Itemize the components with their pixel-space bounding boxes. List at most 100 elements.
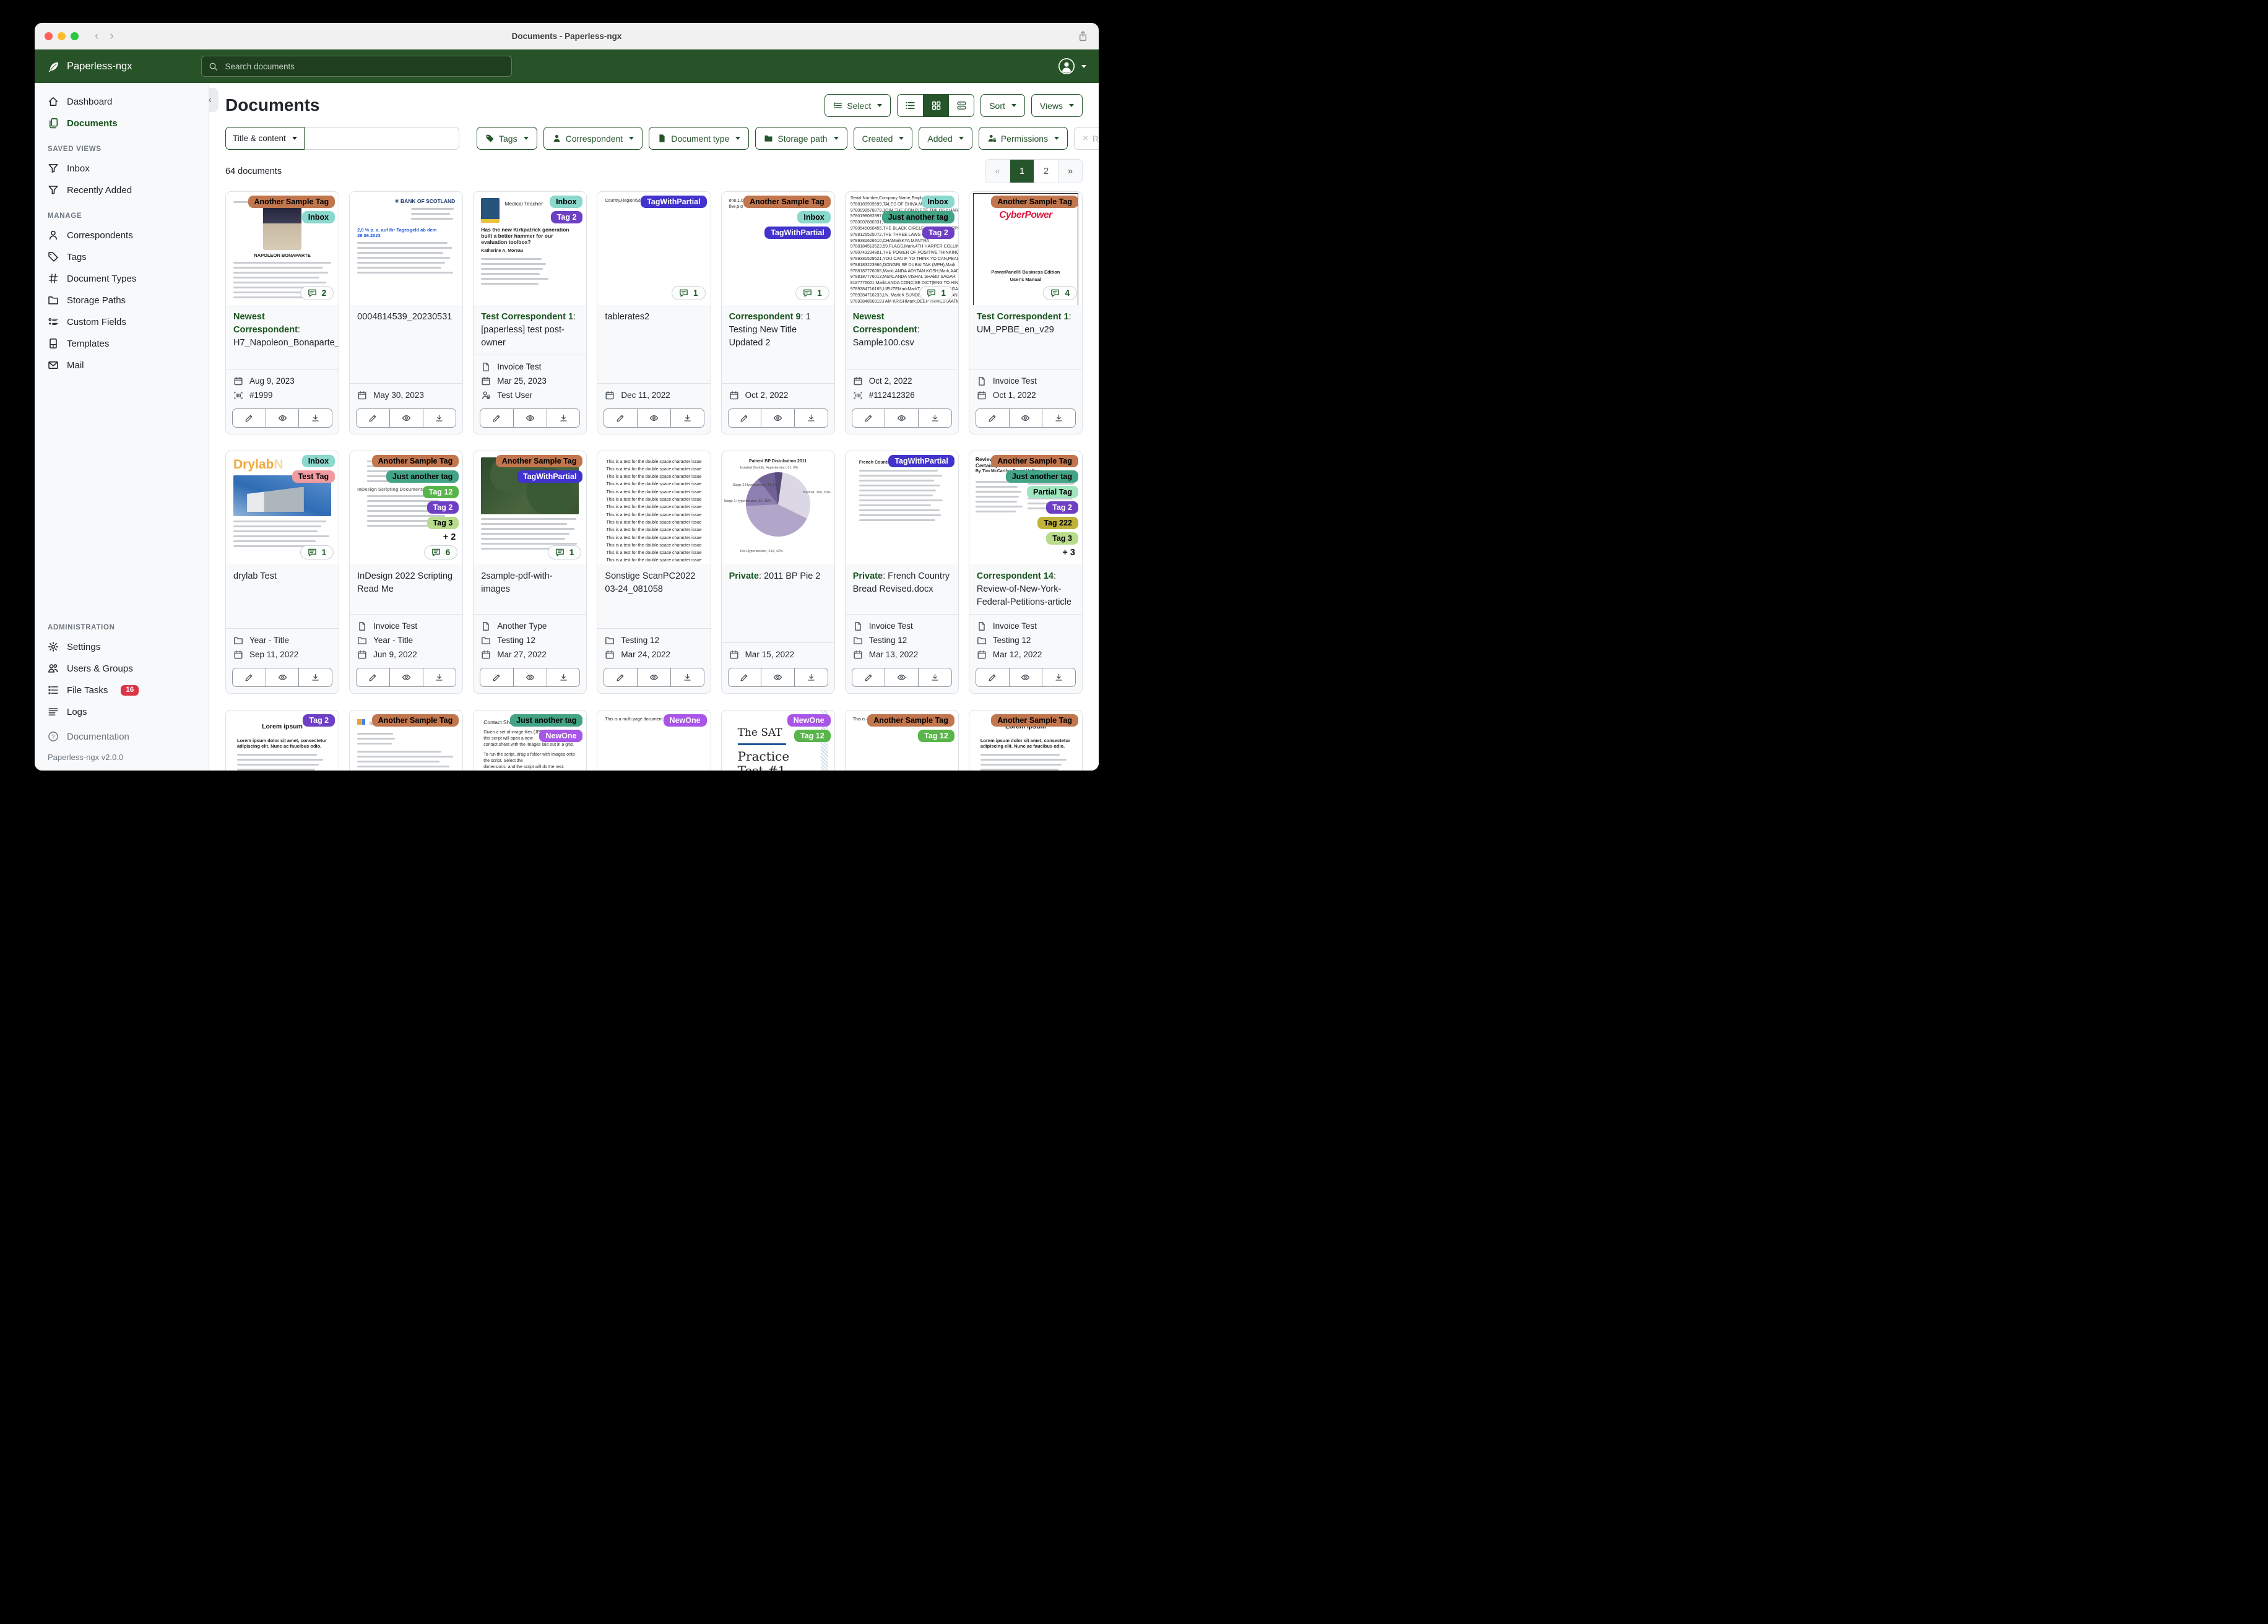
download-button[interactable] (546, 668, 580, 687)
tag-pill-another-sample-tag[interactable]: Another Sample Tag (371, 455, 459, 468)
sidebar-item-custom-fields[interactable]: Custom Fields (41, 311, 202, 332)
document-thumbnail[interactable]: French Country Bread TagWithPartial (845, 451, 958, 565)
maximize-window-button[interactable] (71, 32, 79, 40)
close-window-button[interactable] (45, 32, 53, 40)
filter-text-input[interactable] (304, 127, 459, 150)
filter-tags-button[interactable]: Tags (477, 127, 537, 150)
download-button[interactable] (422, 668, 456, 687)
tag-pill-tag-222[interactable]: Tag 222 (1037, 517, 1078, 530)
tag-pill-another-sample-tag[interactable]: Another Sample Tag (495, 455, 583, 468)
document-title[interactable]: drylab Test (233, 570, 331, 583)
sidebar-item-correspondents[interactable]: Correspondents (41, 225, 202, 246)
download-button[interactable] (670, 668, 704, 687)
tag-pill-just-another-tag[interactable]: Just another tag (1005, 470, 1078, 483)
document-correspondent[interactable]: Test Correspondent 1 (481, 312, 573, 322)
sidebar-item-templates[interactable]: Templates (41, 333, 202, 354)
document-title[interactable]: Newest Correspondent: Sample100.csv (853, 311, 951, 350)
notes-badge[interactable]: 1 (672, 286, 706, 300)
document-thumbnail[interactable]: Another Sample Tag TagWithPartial 1 (474, 451, 587, 565)
view-button[interactable] (265, 668, 299, 687)
tag-pill-inbox[interactable]: Inbox (301, 211, 335, 223)
view-button[interactable] (265, 409, 299, 428)
edit-button[interactable] (480, 668, 513, 687)
sidebar-item-inbox[interactable]: Inbox (41, 158, 202, 179)
document-title[interactable]: Newest Correspondent: H7_Napoleon_Bonapa… (233, 311, 339, 350)
tag-pill-tag-12[interactable]: Tag 12 (918, 730, 954, 743)
view-grid-button[interactable] (923, 95, 949, 116)
tag-pill-tag-2[interactable]: Tag 2 (1046, 501, 1078, 514)
download-button[interactable] (546, 409, 580, 428)
tag-pill-another-sample-tag[interactable]: Another Sample Tag (867, 714, 954, 727)
document-title[interactable]: Test Correspondent 1: UM_PPBE_en_v29 (977, 311, 1075, 337)
user-menu[interactable] (1058, 58, 1086, 75)
tag-pill-inbox[interactable]: Inbox (301, 455, 335, 468)
tag-pill-another-sample-tag[interactable]: Another Sample Tag (371, 714, 459, 727)
edit-button[interactable] (480, 409, 513, 428)
tag-pill-newone[interactable]: NewOne (787, 714, 831, 727)
notes-badge[interactable]: 2 (300, 286, 334, 300)
sidebar-item-file-tasks[interactable]: File Tasks 16 (41, 680, 202, 701)
forward-button[interactable]: › (110, 30, 113, 42)
document-thumbnail[interactable]: InDesign Scripting Documentation Another … (350, 451, 463, 565)
document-thumbnail[interactable]: Lorem ipsum Lorem ipsum dolor sit amet, c… (226, 710, 339, 771)
tag-pill-tagwithpartial[interactable]: TagWithPartial (764, 227, 831, 239)
download-button[interactable] (794, 409, 828, 428)
filter-document-type-button[interactable]: Document type (649, 127, 750, 150)
minimize-window-button[interactable] (58, 32, 66, 40)
filter-added-button[interactable]: Added (919, 127, 972, 150)
sidebar-item-recently-added[interactable]: Recently Added (41, 179, 202, 201)
sidebar-item-users-groups[interactable]: Users & Groups (41, 658, 202, 679)
view-button[interactable] (513, 668, 547, 687)
more-tags-label[interactable]: + 2 (443, 532, 459, 542)
tag-pill-just-another-tag[interactable]: Just another tag (881, 211, 954, 223)
page-next-button[interactable]: » (1058, 160, 1082, 183)
document-correspondent[interactable]: Correspondent 9 (729, 312, 801, 322)
document-thumbnail[interactable]: one,1.0 five,5.0 Another Sample Tag Inbox Ta… (721, 192, 834, 305)
tag-pill-another-sample-tag[interactable]: Another Sample Tag (991, 714, 1078, 727)
notes-badge[interactable]: 4 (1043, 286, 1077, 300)
search-input[interactable] (223, 61, 505, 72)
view-button[interactable] (513, 409, 547, 428)
edit-button[interactable] (233, 668, 266, 687)
reset-filters-button[interactable]: × Reset filters (1074, 127, 1099, 150)
document-thumbnail[interactable]: CyberPower PowerPanel® Business Edition Us… (969, 192, 1082, 305)
download-button[interactable] (794, 668, 828, 687)
edit-button[interactable] (357, 668, 389, 687)
tag-pill-another-sample-tag[interactable]: Another Sample Tag (743, 196, 831, 208)
document-thumbnail[interactable]: Contact Sheet Demo Given a set of image f… (474, 710, 587, 771)
document-title[interactable]: Correspondent 9: 1 Testing New Title Upd… (729, 311, 827, 350)
filter-storage-path-button[interactable]: Storage path (755, 127, 847, 150)
page-prev-button[interactable]: « (985, 160, 1010, 183)
document-title[interactable]: Test Correspondent 1: [paperless] test p… (481, 311, 579, 350)
tag-pill-just-another-tag[interactable]: Just another tag (510, 714, 583, 727)
view-button[interactable] (389, 409, 423, 428)
document-correspondent[interactable]: Newest Correspondent (233, 312, 298, 335)
tag-pill-tag-2[interactable]: Tag 2 (303, 714, 335, 727)
sidebar-item-documents[interactable]: Documents (41, 113, 202, 134)
tag-pill-tag-2[interactable]: Tag 2 (426, 501, 459, 514)
document-thumbnail[interactable]: NAPOLEON BONAPARTE Another Sample Tag Inbo… (226, 192, 339, 305)
download-button[interactable] (298, 668, 332, 687)
view-button[interactable] (885, 668, 919, 687)
view-button[interactable] (1008, 409, 1042, 428)
sidebar-item-tags[interactable]: Tags (41, 246, 202, 267)
edit-button[interactable] (604, 409, 638, 428)
view-button[interactable] (885, 409, 919, 428)
document-correspondent[interactable]: Private (729, 571, 759, 581)
document-title[interactable]: 2sample-pdf-with-images (481, 570, 579, 596)
filter-created-button[interactable]: Created (853, 127, 913, 150)
page-2-button[interactable]: 2 (1034, 160, 1058, 183)
document-thumbnail[interactable]: Review of Arbitral AwardsCertainty of Aw… (969, 451, 1082, 565)
document-thumbnail[interactable]: This is a test Another Sample Tag Tag 12 (845, 710, 958, 771)
document-thumbnail[interactable]: This is a multi page document. Page 1. Ne… (597, 710, 711, 771)
tag-pill-tag-2[interactable]: Tag 2 (922, 227, 954, 239)
tag-pill-tag-3[interactable]: Tag 3 (426, 517, 459, 530)
collapse-sidebar-button[interactable]: « (209, 88, 219, 112)
document-thumbnail[interactable]: DrylabN Inbox Test Tag 1 (226, 451, 339, 565)
document-title[interactable]: InDesign 2022 Scripting Read Me (357, 570, 455, 596)
download-button[interactable] (918, 668, 951, 687)
sidebar-item-storage-paths[interactable]: Storage Paths (41, 290, 202, 311)
share-icon[interactable] (1077, 30, 1089, 42)
download-button[interactable] (1042, 668, 1075, 687)
tag-pill-tag-12[interactable]: Tag 12 (422, 486, 459, 499)
